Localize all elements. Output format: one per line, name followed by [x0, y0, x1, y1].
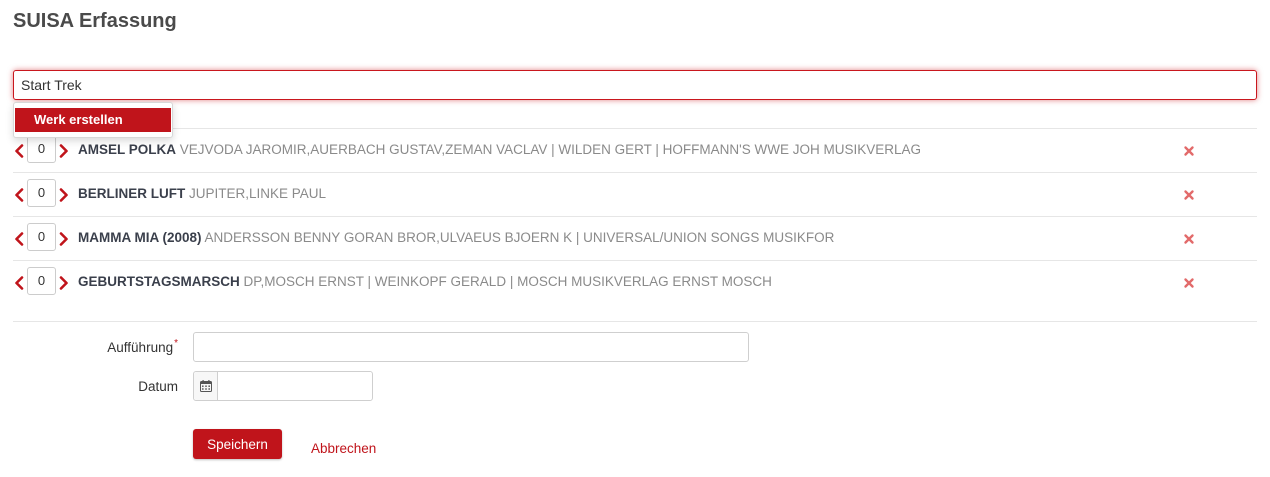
close-icon[interactable] — [1182, 144, 1196, 158]
work-row: 0 AMSEL POLKA VEJVODA JAROMIR,AUERBACH G… — [13, 128, 1257, 172]
quantity-field[interactable]: 0 — [27, 223, 56, 251]
work-meta: DP,MOSCH ERNST | WEINKOPF GERALD | MOSCH… — [243, 274, 772, 289]
section-divider — [13, 321, 1257, 322]
work-meta: JUPITER,LINKE PAUL — [189, 186, 327, 201]
close-icon[interactable] — [1182, 232, 1196, 246]
performance-label: Aufführung* — [107, 338, 178, 355]
chevron-right-icon[interactable] — [59, 276, 69, 290]
date-picker — [193, 371, 373, 401]
work-row: 0 MAMMA MIA (2008) ANDERSSON BENNY GORAN… — [13, 216, 1257, 260]
chevron-left-icon[interactable] — [14, 232, 24, 246]
work-row: 0 GEBURTSTAGSMARSCH DP,MOSCH ERNST | WEI… — [13, 260, 1257, 304]
performance-label-text: Aufführung — [107, 340, 174, 355]
chevron-left-icon[interactable] — [14, 188, 24, 202]
date-label: Datum — [138, 379, 178, 394]
work-title: MAMMA MIA (2008) — [78, 230, 202, 245]
quantity-field[interactable]: 0 — [27, 179, 56, 207]
quantity-field[interactable]: 0 — [27, 135, 56, 163]
cancel-link[interactable]: Abbrechen — [311, 441, 376, 456]
work-description: GEBURTSTAGSMARSCH DP,MOSCH ERNST | WEINK… — [78, 274, 772, 289]
work-description: AMSEL POLKA VEJVODA JAROMIR,AUERBACH GUS… — [78, 142, 921, 157]
chevron-left-icon[interactable] — [14, 276, 24, 290]
performance-input[interactable] — [193, 332, 749, 362]
work-list: 0 AMSEL POLKA VEJVODA JAROMIR,AUERBACH G… — [13, 128, 1257, 304]
calendar-icon[interactable] — [194, 372, 218, 400]
search-suggestions-dropdown: Werk erstellen — [13, 102, 173, 138]
work-meta: VEJVODA JAROMIR,AUERBACH GUSTAV,ZEMAN VA… — [179, 142, 921, 157]
save-button[interactable]: Speichern — [193, 429, 282, 459]
quantity-field[interactable]: 0 — [27, 267, 56, 295]
chevron-right-icon[interactable] — [59, 144, 69, 158]
date-input[interactable] — [219, 372, 371, 400]
work-row: 0 BERLINER LUFT JUPITER,LINKE PAUL — [13, 172, 1257, 216]
close-icon[interactable] — [1182, 188, 1196, 202]
work-search-input[interactable] — [13, 70, 1257, 100]
chevron-right-icon[interactable] — [59, 232, 69, 246]
close-icon[interactable] — [1182, 276, 1196, 290]
work-meta: ANDERSSON BENNY GORAN BROR,ULVAEUS BJOER… — [204, 230, 835, 245]
page-title: SUISA Erfassung — [13, 10, 177, 32]
chevron-left-icon[interactable] — [14, 144, 24, 158]
chevron-right-icon[interactable] — [59, 188, 69, 202]
create-work-option[interactable]: Werk erstellen — [15, 108, 171, 132]
work-title: BERLINER LUFT — [78, 186, 186, 201]
work-title: AMSEL POLKA — [78, 142, 177, 157]
required-marker: * — [174, 338, 178, 349]
work-description: BERLINER LUFT JUPITER,LINKE PAUL — [78, 186, 326, 201]
work-title: GEBURTSTAGSMARSCH — [78, 274, 240, 289]
work-description: MAMMA MIA (2008) ANDERSSON BENNY GORAN B… — [78, 230, 834, 245]
